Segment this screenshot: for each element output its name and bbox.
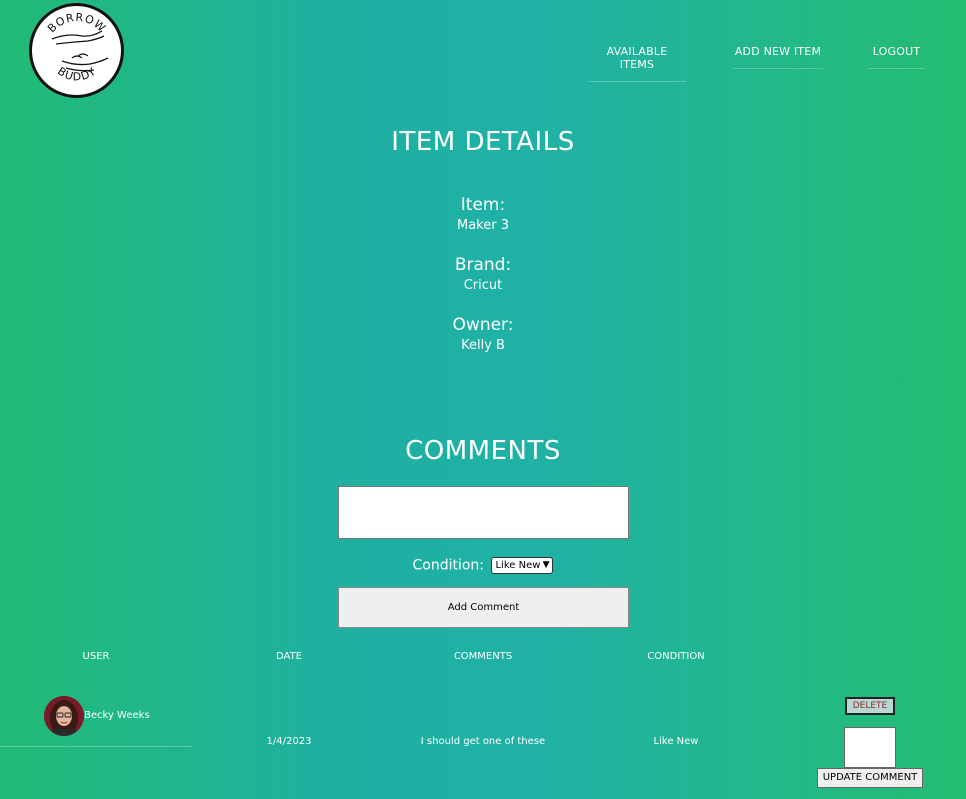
nav-available-items[interactable]: AVAILABLE ITEMS — [588, 45, 686, 82]
condition-select[interactable]: Like New ▼ — [491, 557, 554, 574]
column-header-comments: COMMENTS — [453, 651, 513, 662]
condition-selected-value: Like New — [495, 560, 541, 571]
condition-row: Condition: Like New ▼ — [0, 557, 966, 574]
brand-value: Cricut — [463, 278, 503, 293]
row-date: 1/4/2023 — [266, 736, 312, 747]
avatar — [44, 696, 84, 736]
column-header-user: USER — [82, 651, 110, 662]
svg-text:BUDDY: BUDDY — [55, 65, 99, 84]
owner-value: Kelly B — [461, 338, 505, 353]
nav-add-new-item[interactable]: ADD NEW ITEM — [733, 45, 823, 69]
comment-input[interactable] — [338, 486, 629, 539]
item-value: Maker 3 — [457, 218, 509, 233]
svg-text:BORROW: BORROW — [45, 11, 109, 35]
row-comment: I should get one of these — [420, 736, 546, 747]
brand-label: Brand: — [454, 255, 512, 275]
comments-heading: COMMENTS — [405, 436, 561, 466]
owner-label: Owner: — [452, 315, 514, 335]
nav-logout[interactable]: LOGOUT — [868, 45, 925, 69]
column-header-condition: CONDITION — [647, 651, 705, 662]
update-comment-button[interactable]: UPDATE COMMENT — [817, 768, 923, 788]
row-condition: Like New — [653, 736, 699, 747]
chevron-down-icon: ▼ — [542, 560, 550, 570]
column-header-date: DATE — [275, 651, 302, 662]
condition-label: Condition: — [412, 557, 485, 574]
add-comment-button[interactable]: Add Comment — [338, 587, 629, 628]
row-user-name: Becky Weeks — [84, 710, 150, 721]
item-details-heading: ITEM DETAILS — [391, 127, 575, 157]
delete-button[interactable]: DELETE — [845, 697, 895, 715]
borrow-buddy-logo[interactable]: BORROW BUDDY — [29, 3, 124, 98]
handshake-logo-icon: BORROW BUDDY — [45, 11, 109, 84]
logo-bottom-text: BUDDY — [55, 65, 98, 84]
item-label: Item: — [460, 195, 506, 215]
logo-top-text: BORROW — [45, 11, 108, 35]
update-comment-input[interactable] — [844, 727, 896, 768]
row-divider — [0, 746, 192, 747]
